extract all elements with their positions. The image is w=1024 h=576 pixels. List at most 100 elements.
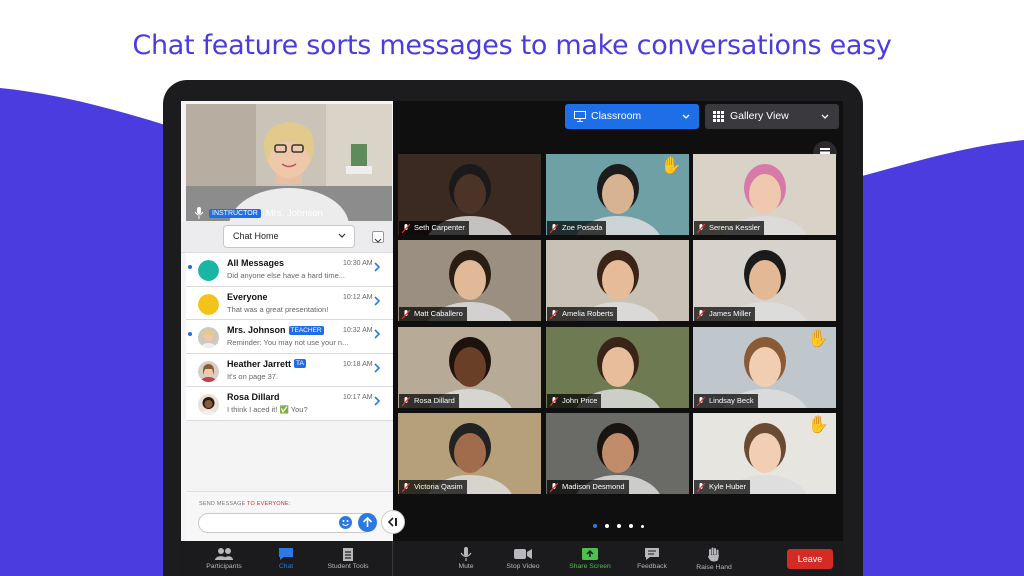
feedback-button[interactable]: Feedback [620, 543, 684, 570]
collapse-left-icon [387, 517, 397, 527]
popout-button[interactable] [372, 231, 384, 243]
participant-name: John Price [562, 396, 598, 405]
muted-mic-icon [402, 483, 410, 492]
participant-tile[interactable]: John Price [546, 327, 689, 408]
participant-tile[interactable]: Amelia Roberts [546, 240, 689, 321]
student-tools-label: Student Tools [327, 563, 369, 570]
headline: Chat feature sorts messages to make conv… [132, 30, 892, 61]
chevron-down-icon [682, 114, 690, 119]
participant-tile[interactable]: Matt Caballero [398, 240, 541, 321]
page-dot[interactable] [641, 525, 644, 528]
chat-button[interactable]: Chat [254, 543, 318, 570]
muted-mic-icon [550, 224, 558, 233]
mute-button[interactable]: Mute [434, 543, 498, 570]
participant-tile[interactable]: Lindsay Beck ✋ [693, 327, 836, 408]
conversation-title: Heather Jarrett [227, 358, 292, 369]
instructor-video: INSTRUCTOR Mrs. Johnson [186, 104, 392, 221]
muted-mic-icon [697, 483, 705, 492]
conversation-preview: Reminder: You may not use your n... [227, 338, 349, 347]
participant-name-tag: Matt Caballero [399, 307, 467, 321]
send-message-area: SEND MESSAGE TO EVERYONE: [186, 491, 393, 541]
participants-label: Participants [206, 563, 242, 570]
classroom-icon [574, 111, 586, 122]
gallery-view-label: Gallery View [730, 110, 789, 122]
participant-name: Matt Caballero [414, 309, 463, 318]
participant-name-tag: Lindsay Beck [694, 394, 758, 408]
stop-video-label: Stop Video [506, 563, 540, 570]
share-screen-icon [582, 548, 598, 560]
participant-tile[interactable]: Zoe Posada ✋ [546, 154, 689, 235]
avatar [198, 260, 219, 281]
chat-home-dropdown[interactable]: Chat Home [223, 225, 355, 248]
participant-name-tag: Madison Desmond [547, 480, 629, 494]
send-button[interactable] [358, 513, 377, 532]
chat-icon [279, 548, 293, 560]
chevron-right-icon [374, 262, 381, 272]
send-label-prefix: SEND MESSAGE [199, 501, 248, 507]
participant-name: Seth Carpenter [414, 223, 465, 232]
hand-icon [708, 547, 719, 562]
collapse-panel-button[interactable] [381, 510, 405, 534]
conversation-title: All Messages [227, 258, 285, 268]
conversation-time: 10:18 AM [343, 360, 373, 368]
participant-name-tag: Zoe Posada [547, 221, 607, 235]
participant-tile[interactable]: Seth Carpenter [398, 154, 541, 235]
stop-video-button[interactable]: Stop Video [491, 543, 555, 570]
page-dot[interactable] [617, 524, 621, 528]
participant-name-tag: Amelia Roberts [547, 307, 618, 321]
muted-mic-icon [550, 310, 558, 319]
participant-name: James Miller [709, 309, 752, 318]
ta-badge: TA [294, 359, 306, 368]
teacher-badge: TEACHER [288, 325, 324, 335]
chevron-down-icon [821, 114, 829, 119]
participant-tile[interactable]: Rosa Dillard [398, 327, 541, 408]
emoji-button[interactable] [339, 516, 352, 529]
unread-dot [188, 265, 192, 269]
conversation-title: Rosa Dillard [227, 392, 280, 402]
muted-mic-icon [402, 397, 410, 406]
avatar [198, 360, 219, 382]
grid-icon [713, 111, 724, 122]
raise-hand-button[interactable]: Raise Hand [682, 543, 746, 571]
conversation-title: Everyone [227, 291, 268, 302]
student-tools-button[interactable]: Student Tools [316, 543, 380, 570]
popout-icon [374, 238, 382, 243]
classroom-dropdown[interactable]: Classroom [565, 104, 699, 129]
page-dot[interactable] [629, 524, 633, 528]
participant-tile[interactable]: James Miller [693, 240, 836, 321]
conversation-time: 10:17 AM [343, 394, 373, 401]
participant-name-tag: Serena Kessler [694, 221, 765, 235]
share-screen-button[interactable]: Share Screen [558, 543, 622, 570]
conversation-rosa-dillard[interactable]: Rosa Dillard I think I aced it! ✅ You? 1… [186, 387, 393, 421]
conversation-preview: It's on page 37. [227, 371, 279, 381]
participant-name: Rosa Dillard [414, 396, 455, 405]
chevron-down-icon [338, 233, 346, 238]
page-dot[interactable] [593, 524, 597, 528]
avatar [198, 293, 219, 315]
send-message-label: SEND MESSAGE TO EVERYONE: [199, 501, 291, 507]
participant-name-tag: John Price [547, 394, 602, 408]
conversation-mrs-johnson[interactable]: Mrs. Johnson TEACHER Reminder: You may no… [186, 320, 393, 354]
leave-button[interactable]: Leave [787, 549, 833, 569]
chevron-right-icon [374, 396, 381, 406]
conversation-title: Mrs. Johnson [227, 325, 286, 335]
participant-name-tag: Victoria Qasim [399, 480, 467, 494]
participants-button[interactable]: Participants [192, 543, 256, 570]
emoji-icon [342, 520, 349, 526]
participant-name: Zoe Posada [562, 223, 603, 232]
avatar [198, 327, 219, 348]
participant-tile[interactable]: Kyle Huber ✋ [693, 413, 836, 494]
participant-tile[interactable]: Madison Desmond [546, 413, 689, 494]
participant-tile[interactable]: Victoria Qasim [398, 413, 541, 494]
participant-name: Lindsay Beck [709, 396, 754, 405]
conversation-heather-jarrett[interactable]: Heather Jarrett TA It's on page 37. 10:18… [186, 353, 393, 387]
conversation-everyone[interactable]: Everyone That was a great presentation! … [186, 286, 393, 320]
page-dot[interactable] [605, 524, 609, 528]
gallery-view-dropdown[interactable]: Gallery View [705, 104, 839, 129]
microphone-icon [460, 547, 472, 561]
participant-name: Madison Desmond [562, 482, 625, 491]
conversation-all-messages[interactable]: All Messages Did anyone else have a hard… [186, 253, 393, 287]
video-camera-icon [514, 549, 532, 559]
arrow-up-icon [362, 516, 373, 527]
participant-tile[interactable]: Serena Kessler [693, 154, 836, 235]
